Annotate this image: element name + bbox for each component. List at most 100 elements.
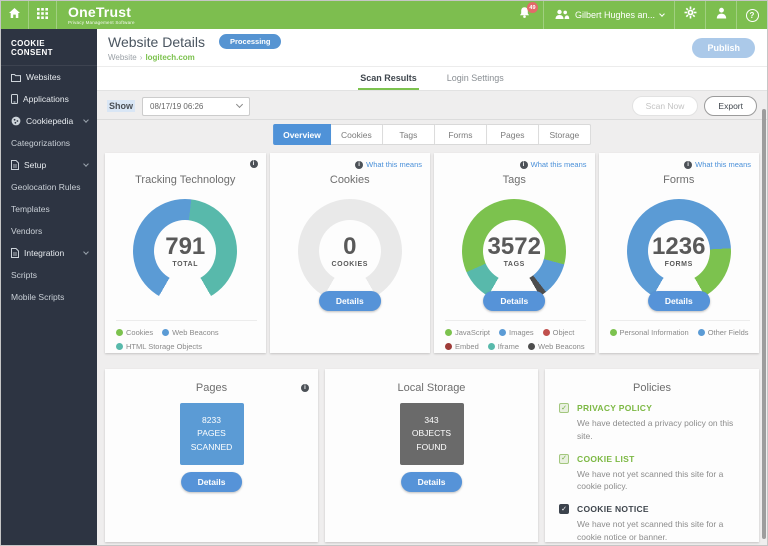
tab-login-settings[interactable]: Login Settings bbox=[445, 73, 506, 90]
what-this-means-label: What this means bbox=[366, 160, 422, 169]
legend-label: Cookies bbox=[126, 328, 153, 337]
info-icon: i bbox=[250, 160, 258, 168]
chart-legend: JavaScript Images Object Embed Iframe We… bbox=[445, 320, 586, 351]
sidebar-item-integration[interactable]: Integration bbox=[1, 242, 97, 264]
what-this-means-link[interactable]: i What this means bbox=[520, 160, 587, 169]
scan-date-select[interactable]: 08/17/19 06:26 bbox=[142, 97, 250, 116]
sidebar-item-websites[interactable]: Websites bbox=[1, 66, 97, 88]
chevron-down-icon bbox=[659, 11, 665, 17]
home-icon bbox=[8, 6, 21, 24]
legend-label: Embed bbox=[455, 342, 479, 351]
gear-icon bbox=[684, 6, 697, 24]
policy-item-cookie-notice: ✓ COOKIE NOTICE We have not yet scanned … bbox=[559, 504, 749, 544]
notification-badge: 49 bbox=[527, 2, 538, 13]
gauge-value: 791 bbox=[165, 235, 205, 259]
card-forms: i What this means Forms 1236 FORMS Detai… bbox=[599, 153, 760, 353]
subtab-overview[interactable]: Overview bbox=[273, 124, 331, 145]
legend-label: Iframe bbox=[498, 342, 519, 351]
subtab-pages[interactable]: Pages bbox=[487, 124, 539, 145]
chevron-down-icon bbox=[83, 117, 89, 123]
gauge-unit: TAGS bbox=[504, 261, 525, 268]
card-title: Tags bbox=[434, 174, 595, 186]
legend-label: Personal Information bbox=[620, 328, 689, 337]
legend-label: Images bbox=[509, 328, 534, 337]
sidebar-item-applications[interactable]: Applications bbox=[1, 88, 97, 110]
sidebar-item-setup[interactable]: Setup bbox=[1, 154, 97, 176]
card-title: Forms bbox=[599, 174, 760, 186]
grid-icon bbox=[37, 6, 48, 24]
sidebar-item-cookiepedia[interactable]: Cookiepedia bbox=[1, 110, 97, 132]
sidebar-item-vendors[interactable]: Vendors bbox=[1, 220, 97, 242]
details-button[interactable]: Details bbox=[319, 291, 381, 311]
policy-description: We have detected a privacy policy on thi… bbox=[577, 417, 749, 443]
storage-line2: FOUND bbox=[416, 441, 446, 455]
card-local-storage: Local Storage 343 OBJECTS FOUND Details bbox=[325, 369, 538, 542]
checkbox-checked-icon[interactable]: ✓ bbox=[559, 504, 569, 514]
brand-logo[interactable]: OneTrust Privacy Management Software bbox=[68, 5, 135, 25]
sidebar: COOKIE CONSENT Websites Applications Coo… bbox=[1, 29, 97, 545]
subtab-bar: Overview Cookies Tags Forms Pages Storag… bbox=[273, 124, 591, 145]
subtab-forms[interactable]: Forms bbox=[435, 124, 487, 145]
legend-dot bbox=[445, 343, 452, 350]
gauge-value: 3572 bbox=[488, 235, 541, 259]
user-menu[interactable]: Gilbert Hughes an... bbox=[544, 1, 674, 29]
publish-button[interactable]: Publish bbox=[692, 38, 755, 58]
what-this-means-link[interactable]: i What this means bbox=[684, 160, 751, 169]
legend-dot bbox=[528, 343, 535, 350]
gauge-unit: TOTAL bbox=[172, 261, 198, 268]
details-button[interactable]: Details bbox=[181, 472, 243, 492]
sidebar-item-templates[interactable]: Templates bbox=[1, 198, 97, 220]
sidebar-item-label: Integration bbox=[24, 248, 64, 258]
subtab-tags[interactable]: Tags bbox=[383, 124, 435, 145]
document-icon bbox=[11, 248, 19, 258]
divider bbox=[56, 1, 57, 29]
policy-description: We have not yet scanned this site for a … bbox=[577, 518, 749, 544]
summary-card-row: i Pages 8233 PAGES SCANNED Details Local… bbox=[105, 369, 759, 542]
topbar: OneTrust Privacy Management Software 49 … bbox=[1, 1, 767, 29]
main-tab-bar: Scan Results Login Settings bbox=[97, 67, 767, 91]
forms-gauge-chart: 1236 FORMS bbox=[627, 199, 731, 303]
app-grid-button[interactable] bbox=[29, 1, 56, 29]
what-this-means-label: What this means bbox=[695, 160, 751, 169]
sidebar-item-mobile-scripts[interactable]: Mobile Scripts bbox=[1, 286, 97, 308]
settings-button[interactable] bbox=[675, 1, 705, 29]
tracking-gauge-chart: 791 TOTAL bbox=[133, 199, 237, 303]
help-button[interactable]: ? bbox=[737, 1, 767, 29]
vertical-scrollbar[interactable] bbox=[762, 109, 766, 539]
card-title: Policies bbox=[545, 382, 759, 394]
sidebar-item-geolocation-rules[interactable]: Geolocation Rules bbox=[1, 176, 97, 198]
subtab-cookies[interactable]: Cookies bbox=[331, 124, 383, 145]
checkbox-checked-icon[interactable]: ✓ bbox=[559, 403, 569, 413]
sidebar-header: COOKIE CONSENT bbox=[1, 29, 97, 66]
subtab-storage[interactable]: Storage bbox=[539, 124, 591, 145]
breadcrumb: Website›logitech.com bbox=[108, 53, 281, 62]
breadcrumb-current: logitech.com bbox=[145, 53, 194, 62]
pages-line1: PAGES bbox=[197, 427, 226, 441]
scan-now-button[interactable]: Scan Now bbox=[632, 96, 699, 116]
details-button[interactable]: Details bbox=[401, 472, 463, 492]
details-button[interactable]: Details bbox=[648, 291, 710, 311]
scan-results-content: Show 08/17/19 06:26 Scan Now Export Over… bbox=[97, 91, 767, 545]
main-area: Website Details Processing Website›logit… bbox=[97, 29, 767, 545]
cookies-gauge-chart: 0 COOKIES bbox=[298, 199, 402, 303]
tab-scan-results[interactable]: Scan Results bbox=[358, 73, 419, 90]
legend-dot bbox=[499, 329, 506, 336]
profile-button[interactable] bbox=[706, 1, 736, 29]
card-policies: Policies ✓ PRIVACY POLICY We have detect… bbox=[545, 369, 759, 542]
notifications-button[interactable]: 49 bbox=[507, 1, 543, 29]
breadcrumb-root[interactable]: Website bbox=[108, 53, 137, 62]
card-cookies: i What this means Cookies 0 COOKIES Deta… bbox=[270, 153, 431, 353]
checkbox-checked-icon[interactable]: ✓ bbox=[559, 454, 569, 464]
chart-legend: Cookies Web Beacons HTML Storage Objects bbox=[116, 320, 257, 351]
home-button[interactable] bbox=[1, 1, 28, 29]
info-icon: i bbox=[684, 161, 692, 169]
info-button[interactable]: i bbox=[250, 160, 258, 168]
legend-label: HTML Storage Objects bbox=[126, 342, 202, 351]
details-button[interactable]: Details bbox=[483, 291, 545, 311]
legend-dot bbox=[162, 329, 169, 336]
legend-dot bbox=[116, 343, 123, 350]
sidebar-item-categorizations[interactable]: Categorizations bbox=[1, 132, 97, 154]
export-button[interactable]: Export bbox=[704, 96, 757, 116]
sidebar-item-scripts[interactable]: Scripts bbox=[1, 264, 97, 286]
what-this-means-link[interactable]: i What this means bbox=[355, 160, 422, 169]
